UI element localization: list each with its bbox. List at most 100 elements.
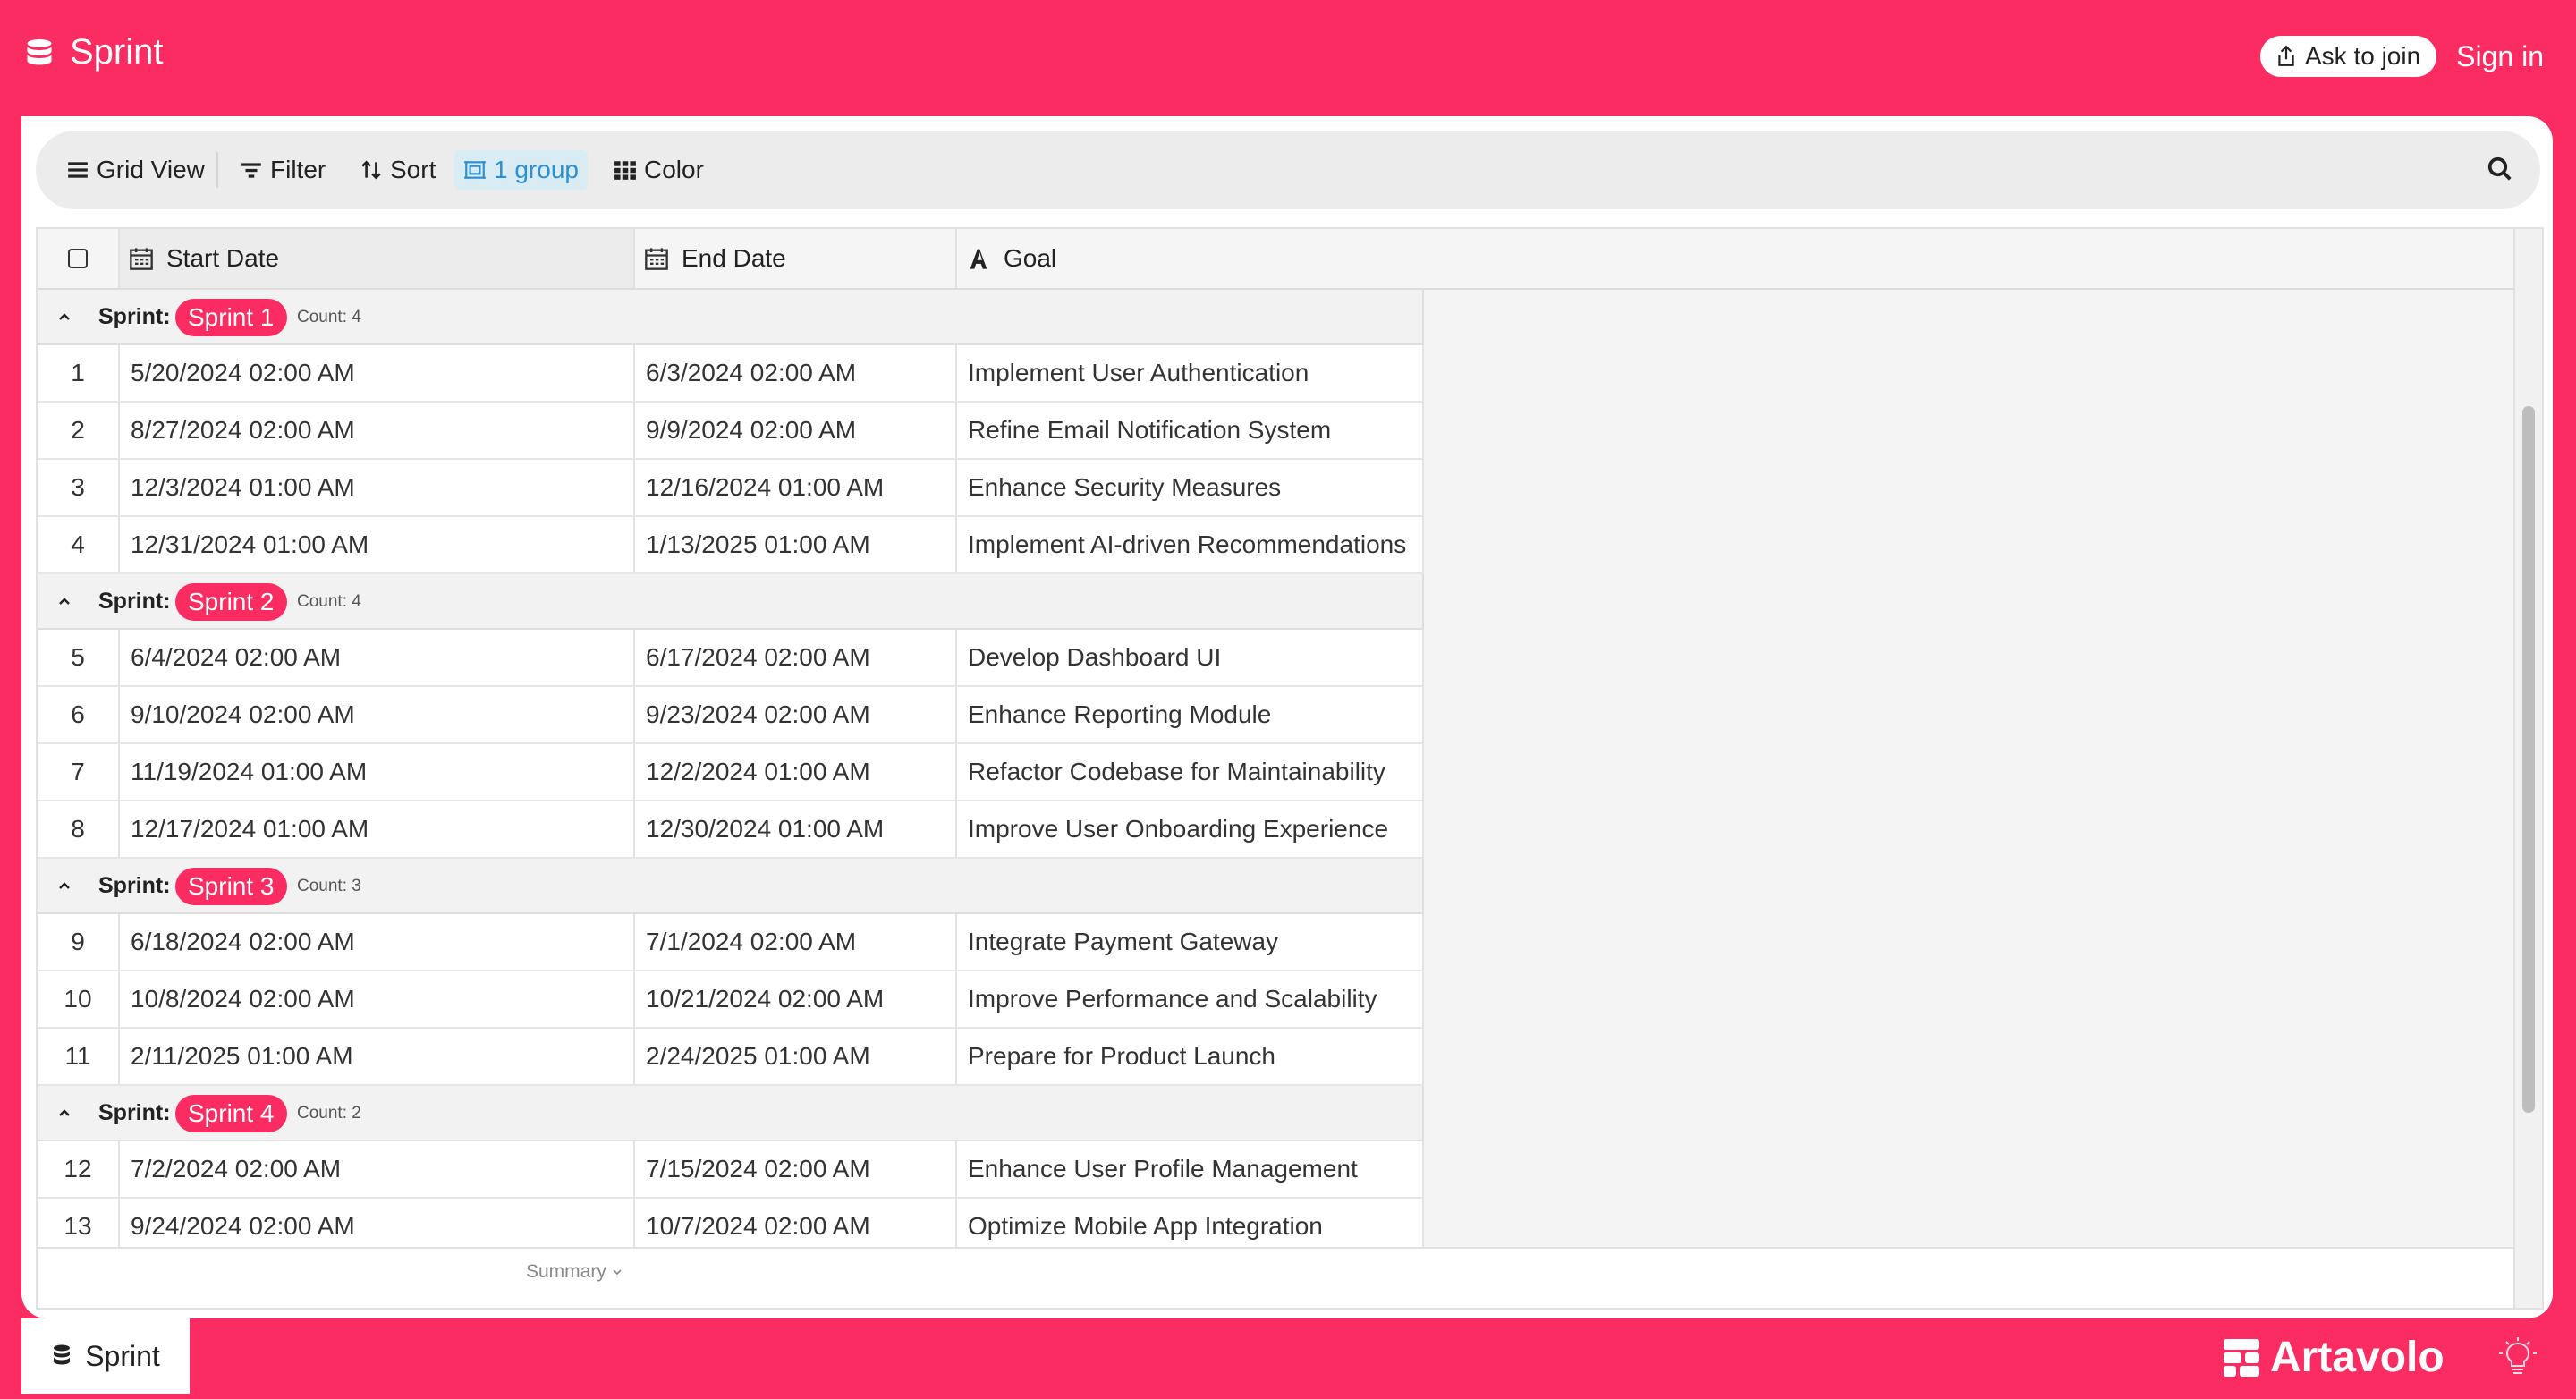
sort-icon — [361, 160, 381, 180]
cell-goal[interactable]: Improve User Onboarding Experience — [957, 801, 1424, 857]
cell-goal[interactable]: Implement User Authentication — [957, 345, 1424, 401]
cell-end-date[interactable]: 9/23/2024 02:00 AM — [635, 687, 957, 742]
cell-start-date[interactable]: 12/17/2024 01:00 AM — [120, 801, 635, 857]
table-row[interactable]: 7 11/19/2024 01:00 AM 12/2/2024 01:00 AM Re… — [38, 744, 1424, 801]
sort-button[interactable]: Sort — [360, 150, 436, 190]
column-header-start-date[interactable]: Start Date — [120, 229, 635, 288]
group-header[interactable]: Sprint: Sprint 1 Count: 4 — [38, 290, 1424, 345]
column-label-goal: Goal — [1004, 244, 1057, 272]
group-header[interactable]: Sprint: Sprint 3 Count: 3 — [38, 859, 1424, 914]
cell-start-date[interactable]: 6/18/2024 02:00 AM — [120, 914, 635, 970]
group-header[interactable]: Sprint: Sprint 2 Count: 4 — [38, 574, 1424, 630]
cell-goal[interactable]: Enhance Security Measures — [957, 460, 1424, 515]
table-row[interactable]: 6 9/10/2024 02:00 AM 9/23/2024 02:00 AM Enh… — [38, 687, 1424, 744]
cell-goal[interactable]: Implement AI-driven Recommendations — [957, 517, 1424, 572]
logo-text: Artavolo — [2270, 1334, 2445, 1381]
search-icon[interactable] — [2487, 156, 2513, 182]
summary-label: Summary — [526, 1261, 606, 1282]
group-header[interactable]: Sprint: Sprint 4 Count: 2 — [38, 1086, 1424, 1141]
cell-goal[interactable]: Improve Performance and Scalability — [957, 971, 1424, 1027]
cell-start-date[interactable]: 5/20/2024 02:00 AM — [120, 345, 635, 401]
table-row[interactable]: 1 5/20/2024 02:00 AM 6/3/2024 02:00 AM Impl… — [38, 345, 1424, 403]
table-row[interactable]: 9 6/18/2024 02:00 AM 7/1/2024 02:00 AM Inte… — [38, 914, 1424, 971]
cell-end-date[interactable]: 12/30/2024 01:00 AM — [635, 801, 957, 857]
app-brand[interactable]: Sprint — [23, 32, 164, 72]
chevron-up-icon[interactable] — [55, 592, 73, 610]
table-row[interactable]: 3 12/3/2024 01:00 AM 12/16/2024 01:00 AM En… — [38, 460, 1424, 517]
cell-start-date[interactable]: 6/4/2024 02:00 AM — [120, 630, 635, 685]
table-row[interactable]: 5 6/4/2024 02:00 AM 6/17/2024 02:00 AM Deve… — [38, 630, 1424, 687]
cell-end-date[interactable]: 10/21/2024 02:00 AM — [635, 971, 957, 1027]
cell-goal[interactable]: Optimize Mobile App Integration — [957, 1199, 1424, 1247]
cell-start-date[interactable]: 9/10/2024 02:00 AM — [120, 687, 635, 742]
calendar-icon — [130, 248, 153, 270]
cell-end-date[interactable]: 12/16/2024 01:00 AM — [635, 460, 957, 515]
cell-start-date[interactable]: 2/11/2025 01:00 AM — [120, 1029, 635, 1084]
summary-toggle[interactable]: Summary — [526, 1261, 623, 1283]
tab-label: Sprint — [85, 1339, 160, 1372]
cell-start-date[interactable]: 9/24/2024 02:00 AM — [120, 1199, 635, 1247]
cell-end-date[interactable]: 7/15/2024 02:00 AM — [635, 1141, 957, 1197]
cell-end-date[interactable]: 12/2/2024 01:00 AM — [635, 744, 957, 800]
cell-end-date[interactable]: 9/9/2024 02:00 AM — [635, 403, 957, 458]
grid-view-label: Grid View — [97, 156, 205, 183]
color-button[interactable]: Color — [614, 150, 704, 190]
vertical-scrollbar[interactable] — [2513, 229, 2542, 1308]
filter-button[interactable]: Filter — [240, 150, 326, 190]
cell-end-date[interactable]: 1/13/2025 01:00 AM — [635, 517, 957, 572]
sign-in-link[interactable]: Sign in — [2456, 40, 2544, 73]
group-field-label: Sprint: — [98, 589, 171, 614]
ask-to-join-label: Ask to join — [2304, 42, 2421, 70]
cell-start-date[interactable]: 7/2/2024 02:00 AM — [120, 1141, 635, 1197]
column-label-end-date: End Date — [682, 244, 786, 272]
grid-view-button[interactable]: Grid View — [66, 150, 205, 190]
cell-end-date[interactable]: 6/3/2024 02:00 AM — [635, 345, 957, 401]
table-row[interactable]: 8 12/17/2024 01:00 AM 12/30/2024 01:00 AM I… — [38, 801, 1424, 859]
cell-start-date[interactable]: 11/19/2024 01:00 AM — [120, 744, 635, 800]
ask-to-join-button[interactable]: Ask to join — [2259, 36, 2437, 77]
group-value-badge: Sprint 2 — [175, 583, 287, 621]
row-number: 12 — [38, 1141, 120, 1197]
chevron-up-icon[interactable] — [55, 1104, 73, 1122]
cell-goal[interactable]: Enhance User Profile Management — [957, 1141, 1424, 1197]
table-row[interactable]: 13 9/24/2024 02:00 AM 10/7/2024 02:00 AM Op… — [38, 1199, 1424, 1247]
tab-sprint[interactable]: Sprint — [21, 1318, 190, 1394]
row-number: 13 — [38, 1199, 120, 1247]
group-label: 1 group — [494, 156, 579, 183]
select-all-checkbox[interactable] — [68, 249, 88, 268]
grid-header: Start Date End Date Goal — [38, 229, 2515, 290]
cell-end-date[interactable]: 6/17/2024 02:00 AM — [635, 630, 957, 685]
cell-goal[interactable]: Enhance Reporting Module — [957, 687, 1424, 742]
text-type-icon — [970, 249, 987, 269]
chevron-up-icon[interactable] — [55, 308, 73, 326]
scrollbar-thumb[interactable] — [2522, 406, 2535, 1113]
table-row[interactable]: 4 12/31/2024 01:00 AM 1/13/2025 01:00 AM Im… — [38, 517, 1424, 574]
cell-end-date[interactable]: 2/24/2025 01:00 AM — [635, 1029, 957, 1084]
column-header-goal[interactable]: Goal — [957, 229, 1424, 288]
table-row[interactable]: 12 7/2/2024 02:00 AM 7/15/2024 02:00 AM Enh… — [38, 1141, 1424, 1199]
chevron-up-icon[interactable] — [55, 877, 73, 895]
cell-start-date[interactable]: 8/27/2024 02:00 AM — [120, 403, 635, 458]
column-header-end-date[interactable]: End Date — [635, 229, 957, 288]
group-count: Count: 3 — [297, 877, 361, 895]
row-number: 8 — [38, 801, 120, 857]
group-button[interactable]: 1 group — [454, 150, 588, 190]
cell-goal[interactable]: Integrate Payment Gateway — [957, 914, 1424, 970]
table-row[interactable]: 11 2/11/2025 01:00 AM 2/24/2025 01:00 AM Pr… — [38, 1029, 1424, 1086]
cell-start-date[interactable]: 12/3/2024 01:00 AM — [120, 460, 635, 515]
row-number: 9 — [38, 914, 120, 970]
cell-goal[interactable]: Refine Email Notification System — [957, 403, 1424, 458]
cell-start-date[interactable]: 12/31/2024 01:00 AM — [120, 517, 635, 572]
table-row[interactable]: 2 8/27/2024 02:00 AM 9/9/2024 02:00 AM Refi… — [38, 403, 1424, 460]
cell-start-date[interactable]: 10/8/2024 02:00 AM — [120, 971, 635, 1027]
group-value-badge: Sprint 4 — [175, 1095, 287, 1132]
artavolo-logo[interactable]: Artavolo — [2224, 1333, 2445, 1382]
toolbar-divider — [216, 152, 218, 188]
cell-goal[interactable]: Develop Dashboard UI — [957, 630, 1424, 685]
cell-goal[interactable]: Refactor Codebase for Maintainability — [957, 744, 1424, 800]
cell-goal[interactable]: Prepare for Product Launch — [957, 1029, 1424, 1084]
cell-end-date[interactable]: 10/7/2024 02:00 AM — [635, 1199, 957, 1247]
table-row[interactable]: 10 10/8/2024 02:00 AM 10/21/2024 02:00 AM I… — [38, 971, 1424, 1029]
lightbulb-icon[interactable] — [2499, 1336, 2537, 1378]
cell-end-date[interactable]: 7/1/2024 02:00 AM — [635, 914, 957, 970]
